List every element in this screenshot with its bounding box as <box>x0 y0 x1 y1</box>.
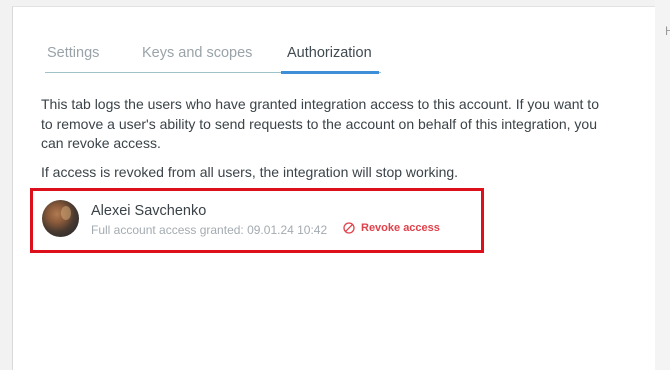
access-grant-info: Full account access granted: 09.01.24 10… <box>91 223 328 237</box>
tab-bar: Settings Keys and scopes Authorization <box>45 43 381 74</box>
tab-authorization[interactable]: Authorization <box>287 45 372 61</box>
avatar-photo-detail <box>61 206 71 220</box>
authorization-description: This tab logs the users who have granted… <box>41 96 599 151</box>
revoke-warning-text: If access is revoked from all users, the… <box>41 164 459 180</box>
user-name: Alexei Savchenko <box>91 203 207 219</box>
no-entry-icon <box>343 222 355 234</box>
tab-settings[interactable]: Settings <box>47 45 99 61</box>
integration-modal: Settings Keys and scopes Authorization T… <box>12 6 655 370</box>
background-peek-text: H <box>665 24 670 38</box>
revoke-access-button[interactable]: Revoke access <box>343 222 440 234</box>
revoke-access-label: Revoke access <box>361 222 440 234</box>
authorization-list-item: Alexei Savchenko Full account access gra… <box>42 200 472 240</box>
background-right-panel: H <box>655 0 670 370</box>
active-tab-indicator <box>281 71 379 74</box>
tab-keys-and-scopes[interactable]: Keys and scopes <box>142 45 252 61</box>
background-left-panel <box>0 0 12 370</box>
avatar <box>42 200 79 237</box>
